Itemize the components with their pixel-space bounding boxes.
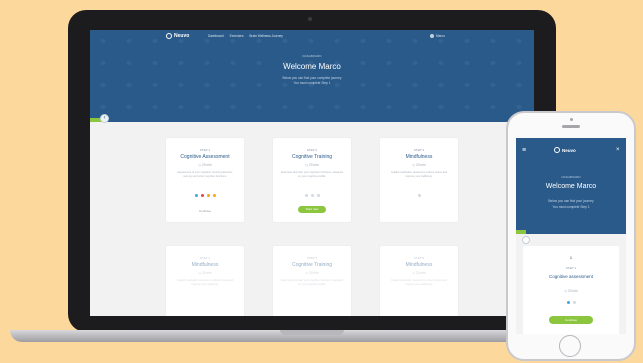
phone-progress-dots [523, 301, 619, 304]
continue-link[interactable]: Continue [166, 209, 244, 213]
laptop-camera [308, 17, 312, 21]
card-title: Cognitive Training [291, 262, 333, 268]
progress-dot [417, 194, 421, 197]
card-duration-value: 20 min [416, 271, 426, 275]
card-step: STEP 1 [199, 148, 211, 152]
nav-item-exercises[interactable]: Exercises [230, 34, 244, 38]
home-button[interactable] [559, 335, 581, 357]
card-duration: ◷ 20 min [305, 163, 319, 167]
main-nav: Dashboard Exercises Brain Wellness Journ… [208, 34, 283, 38]
progress-dot [310, 194, 314, 197]
start-now-button[interactable]: Start now [298, 206, 326, 213]
card-description: Guided meditation sessions to reduce str… [390, 171, 448, 178]
phone-hero-subtitle: Below you can find your journey You must… [516, 198, 626, 210]
phone-progress-accent-bar [516, 230, 526, 234]
hero-subtitle-line-2: You must complete Step 1 [293, 81, 331, 85]
smartphone: ≡ Neuvo × DASHBOARD Welcome Marco Below … [506, 111, 636, 361]
phone-hero: ≡ Neuvo × DASHBOARD Welcome Marco Below … [516, 138, 626, 234]
card-step: STEP 6 [413, 256, 425, 260]
step-card-cognitive-training[interactable]: STEP 2 Cognitive Training ◷ 20 min Exerc… [273, 138, 351, 222]
progress-dot [212, 194, 216, 197]
card-duration-value: 20 min [309, 271, 319, 275]
card-duration-value: 20 min [202, 163, 212, 167]
step-card-cognitive-assessment[interactable]: STEP 1 Cognitive Assessment ◷ 20 min Ass… [166, 138, 244, 222]
progress-dot [200, 194, 204, 197]
close-icon[interactable]: × [616, 147, 620, 153]
user-menu[interactable]: Marco [430, 34, 445, 38]
progress-dot [194, 194, 198, 197]
hero-subtitle: Below you can find your complete journey… [90, 76, 534, 86]
nav-item-dashboard[interactable]: Dashboard [208, 34, 224, 38]
card-duration: ◷ 20 min [198, 271, 212, 275]
phone-subtitle-line-2: You must complete Step 1 [552, 205, 590, 209]
page-title: Welcome Marco [283, 62, 341, 71]
laptop-screen: Neuvo Dashboard Exercises Brain Wellness… [90, 30, 534, 316]
user-name: Marco [436, 34, 445, 38]
phone-logo-text: Neuvo [562, 147, 576, 153]
card-duration: ◷ 20 min [412, 271, 426, 275]
card-duration: ◷ 20 min [305, 271, 319, 275]
hero-eyebrow: DASHBOARD [302, 54, 322, 58]
progress-dot [316, 194, 320, 197]
progress-dot [566, 301, 570, 304]
neuvo-logo[interactable]: Neuvo [166, 33, 189, 39]
phone-hero-eyebrow: DASHBOARD [561, 175, 581, 179]
laptop: Neuvo Dashboard Exercises Brain Wellness… [68, 10, 556, 332]
card-duration-value: 20 min [309, 163, 319, 167]
step-label: STEP 1 [565, 266, 577, 270]
phone-logo[interactable]: Neuvo [554, 147, 576, 153]
card-step: STEP 4 [199, 256, 211, 260]
step-title: Cognitive assessment [548, 274, 594, 279]
card-title: Cognitive Training [291, 154, 333, 160]
card-progress-dots [166, 194, 244, 197]
hamburger-menu-icon[interactable]: ≡ [522, 147, 526, 154]
card-duration: ◷ 20 min [198, 163, 212, 167]
brain-logo-icon [554, 147, 560, 153]
step-card-mindfulness-locked-2[interactable]: STEP 6 Mindfulness ◷ 20 min Guided medit… [380, 246, 458, 316]
phone-camera [570, 118, 573, 121]
card-description: Exercises that train your cognitive func… [281, 279, 343, 286]
card-title: Mindfulness [405, 262, 433, 268]
step-duration: ◷ 20 min [564, 289, 578, 293]
progress-dot [572, 301, 576, 304]
card-progress-dots [380, 194, 458, 197]
card-step: STEP 2 [306, 148, 318, 152]
phone-toggle-button[interactable] [522, 236, 530, 244]
step-number: 1 [570, 256, 572, 260]
card-title: Cognitive Assessment [180, 154, 230, 160]
dashboard-hero: Neuvo Dashboard Exercises Brain Wellness… [90, 30, 534, 122]
step-duration-value: 20 min [568, 289, 578, 293]
sidebar-toggle-button[interactable]: ‹ [100, 114, 109, 123]
laptop-notch [280, 330, 344, 335]
logo-text: Neuvo [174, 33, 190, 39]
top-navigation-bar: Neuvo Dashboard Exercises Brain Wellness… [90, 30, 534, 44]
step-card-mindfulness-locked[interactable]: STEP 4 Mindfulness ◷ 20 min Guided medit… [166, 246, 244, 316]
avatar [430, 34, 434, 38]
card-description: Guided meditation sessions to reduce str… [176, 279, 234, 286]
progress-dot [206, 194, 210, 197]
card-title: Mindfulness [191, 262, 219, 268]
continue-button[interactable]: Continue [549, 316, 593, 324]
phone-step-card[interactable]: 1 STEP 1 Cognitive assessment ◷ 20 min C… [523, 246, 619, 334]
card-progress-dots [273, 194, 351, 197]
step-card-mindfulness[interactable]: STEP 3 Mindfulness ◷ 20 min Guided medit… [380, 138, 458, 222]
card-description: Guided meditation sessions to reduce str… [390, 279, 448, 286]
card-duration-value: 20 min [416, 163, 426, 167]
card-step: STEP 3 [413, 148, 425, 152]
card-title: Mindfulness [405, 154, 433, 160]
card-description: Exercises that train your cognitive func… [281, 171, 343, 178]
phone-screen: ≡ Neuvo × DASHBOARD Welcome Marco Below … [516, 138, 626, 334]
card-description: Assessment of your cognition covering at… [177, 171, 233, 178]
brain-logo-icon [166, 33, 172, 39]
card-duration: ◷ 20 min [412, 163, 426, 167]
phone-speaker [562, 125, 580, 128]
progress-dot [304, 194, 308, 197]
card-step: STEP 5 [306, 256, 318, 260]
card-duration-value: 20 min [202, 271, 212, 275]
phone-page-title: Welcome Marco [545, 183, 597, 190]
step-card-cognitive-training-locked[interactable]: STEP 5 Cognitive Training ◷ 20 min Exerc… [273, 246, 351, 316]
nav-item-journey[interactable]: Brain Wellness Journey [249, 34, 282, 38]
